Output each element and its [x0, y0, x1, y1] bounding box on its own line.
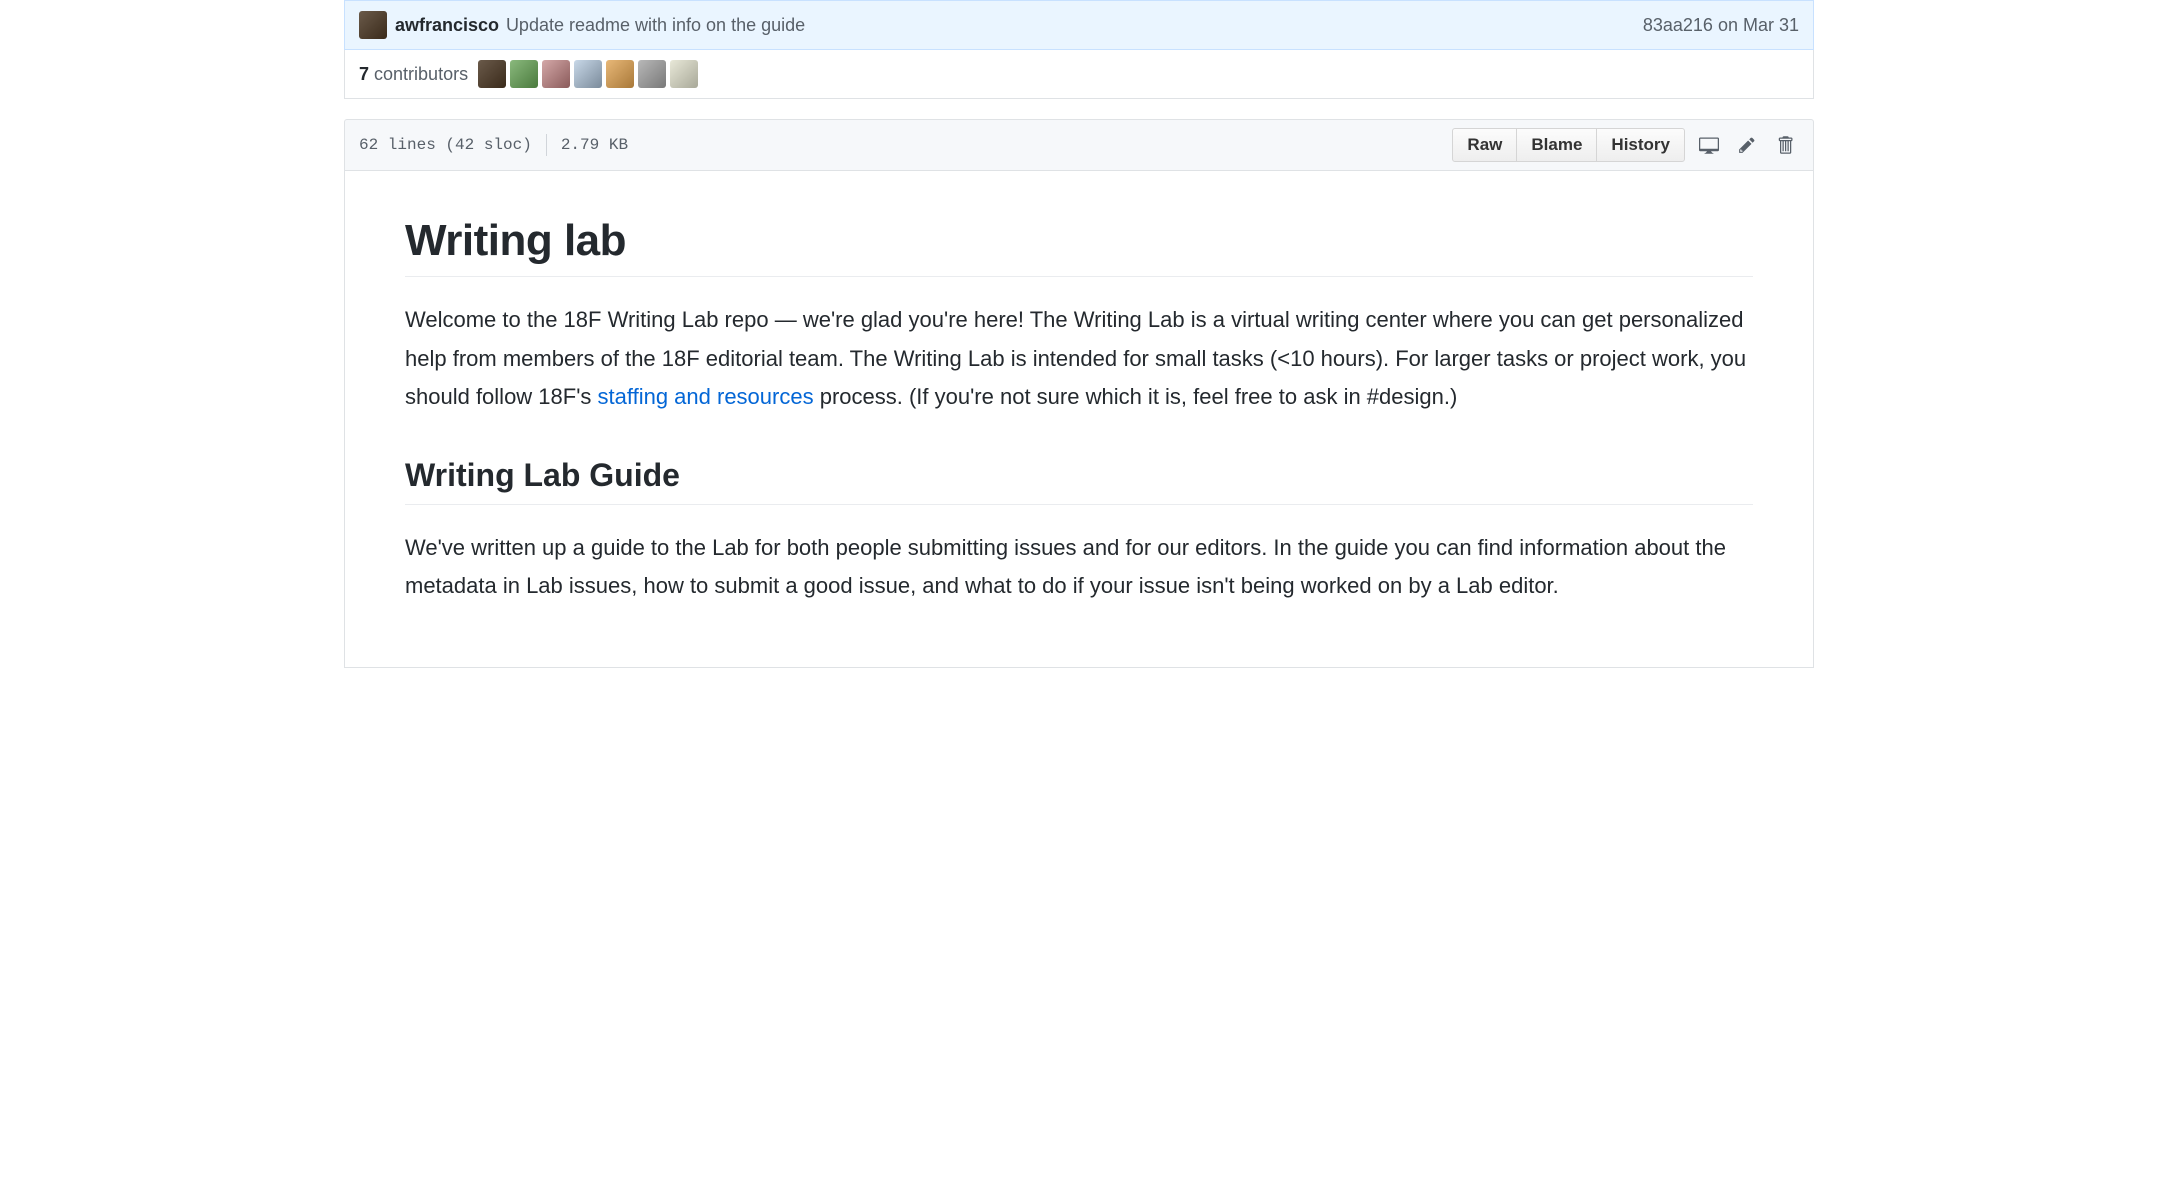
- commit-author-section: awfrancisco Update readme with info on t…: [359, 11, 805, 39]
- blame-button[interactable]: Blame: [1516, 128, 1597, 162]
- contributors-label: contributors: [374, 64, 468, 84]
- readme-guide-paragraph: We've written up a guide to the Lab for …: [405, 529, 1753, 606]
- contributor-avatar[interactable]: [510, 60, 538, 88]
- commit-date: on Mar 31: [1718, 15, 1799, 35]
- divider: [546, 134, 547, 156]
- contributor-avatar[interactable]: [574, 60, 602, 88]
- commit-sha-link[interactable]: 83aa216: [1643, 15, 1713, 35]
- readme-p1-post: process. (If you're not sure which it is…: [814, 384, 1458, 409]
- contributor-avatar[interactable]: [478, 60, 506, 88]
- contributor-avatar[interactable]: [638, 60, 666, 88]
- contributors-number: 7: [359, 64, 369, 84]
- file-lines: 62 lines (42 sloc): [359, 136, 532, 154]
- commit-message[interactable]: Update readme with info on the guide: [506, 15, 805, 35]
- contributor-avatar[interactable]: [670, 60, 698, 88]
- contributors-avatars: [478, 60, 698, 88]
- readme-intro-paragraph: Welcome to the 18F Writing Lab repo — we…: [405, 301, 1753, 417]
- contributors-bar: 7 contributors: [344, 50, 1814, 99]
- readme-content: Writing lab Welcome to the 18F Writing L…: [344, 171, 1814, 668]
- file-info: 62 lines (42 sloc) 2.79 KB: [359, 134, 628, 156]
- file-action-buttons: Raw Blame History: [1452, 128, 1685, 162]
- readme-h1: Writing lab: [405, 216, 1753, 277]
- file-header: 62 lines (42 sloc) 2.79 KB Raw Blame His…: [344, 119, 1814, 171]
- trash-icon[interactable]: [1771, 131, 1799, 159]
- file-size: 2.79 KB: [561, 136, 628, 154]
- raw-button[interactable]: Raw: [1452, 128, 1517, 162]
- contributor-avatar[interactable]: [542, 60, 570, 88]
- author-link[interactable]: awfrancisco: [395, 15, 499, 35]
- readme-h2: Writing Lab Guide: [405, 457, 1753, 505]
- commit-meta: 83aa216 on Mar 31: [1643, 15, 1799, 36]
- pencil-icon[interactable]: [1733, 131, 1761, 159]
- desktop-icon[interactable]: [1695, 131, 1723, 159]
- contributors-count[interactable]: 7 contributors: [359, 64, 468, 85]
- author-avatar[interactable]: [359, 11, 387, 39]
- staffing-resources-link[interactable]: staffing and resources: [598, 384, 814, 409]
- contributor-avatar[interactable]: [606, 60, 634, 88]
- history-button[interactable]: History: [1596, 128, 1685, 162]
- commit-bar: awfrancisco Update readme with info on t…: [344, 0, 1814, 50]
- file-actions: Raw Blame History: [1452, 128, 1799, 162]
